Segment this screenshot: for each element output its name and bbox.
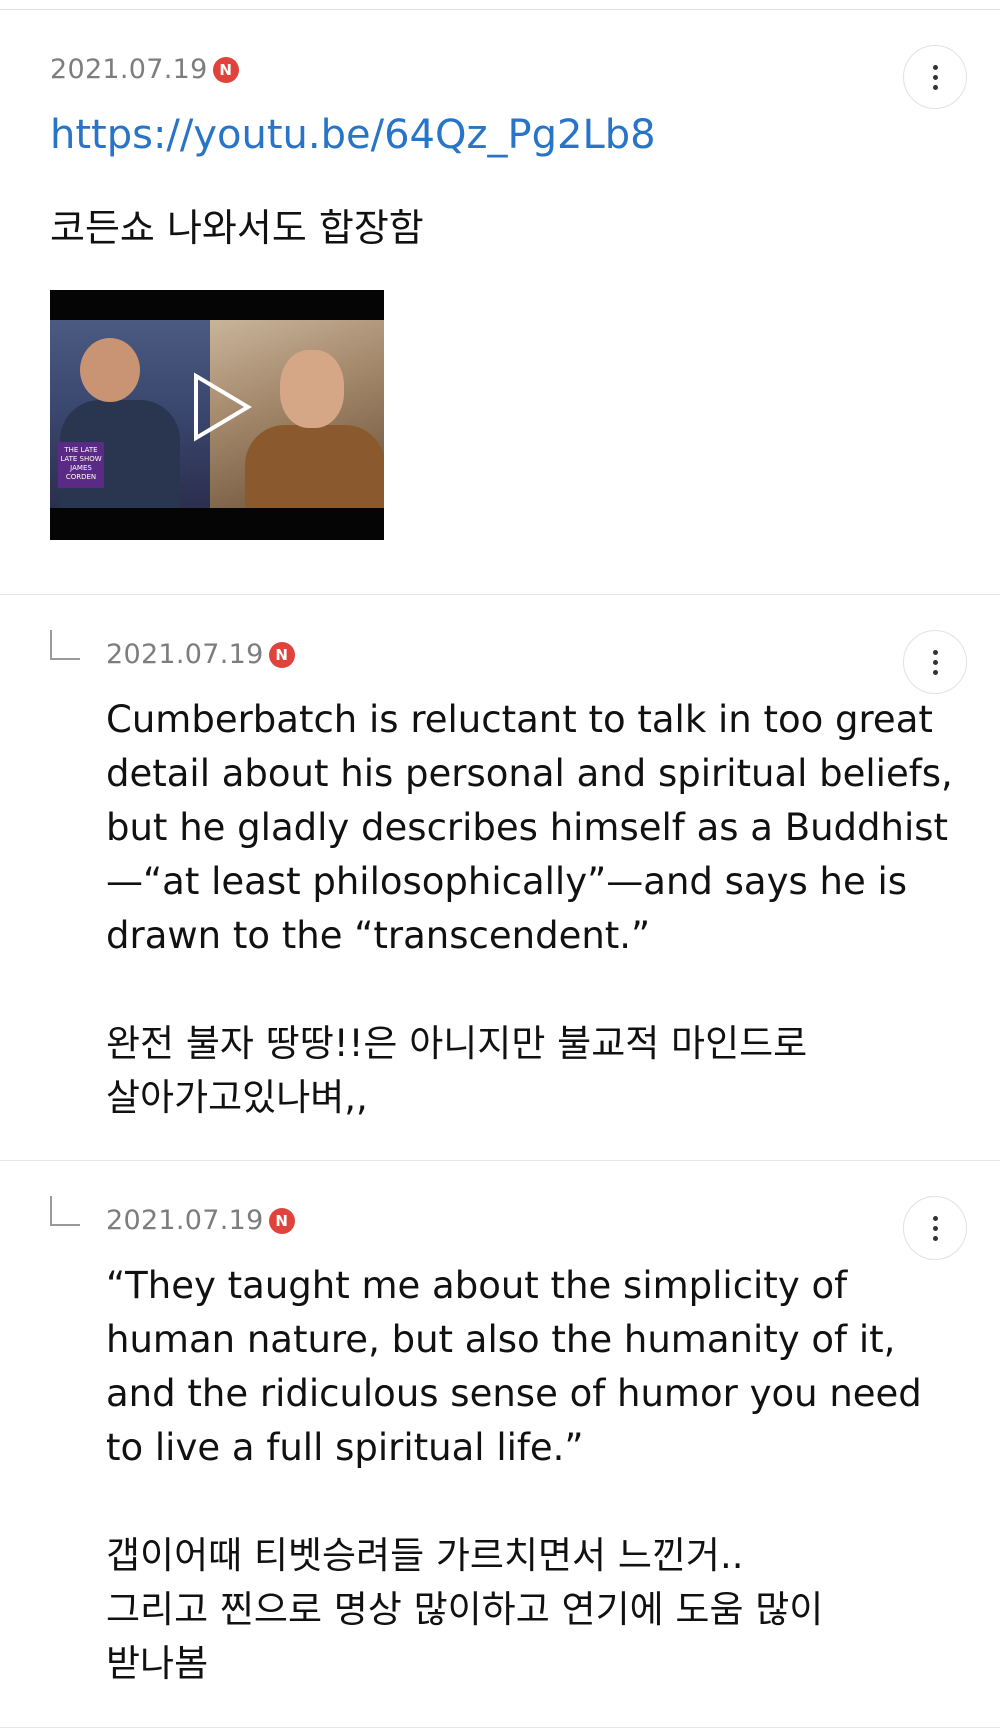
comment-text: 코든쇼 나와서도 합장함 xyxy=(50,206,424,250)
comment-date: 2021.07.19 xyxy=(106,639,264,670)
more-vertical-icon xyxy=(932,62,938,92)
comment-item: 2021.07.19 N https://youtu.be/64Qz_Pg2Lb… xyxy=(0,10,1000,595)
comment-date: 2021.07.19 xyxy=(50,54,208,85)
more-vertical-icon xyxy=(932,1213,938,1243)
new-badge: N xyxy=(212,56,239,83)
top-divider xyxy=(0,0,1000,10)
comment-date: 2021.07.19 xyxy=(106,1205,264,1236)
reply-arrow-icon xyxy=(50,630,80,660)
comment-meta: 2021.07.19 N xyxy=(106,639,295,670)
comment-meta: 2021.07.19 N xyxy=(106,1205,295,1236)
show-logo: THE LATE LATE SHOW JAMES CORDEN xyxy=(58,442,104,488)
reply-comment-item: 2021.07.19 N Cumberbatch is reluctant to… xyxy=(0,595,1000,1161)
reply-comment-item: 2021.07.19 N “They taught me about the s… xyxy=(0,1161,1000,1728)
play-icon xyxy=(194,372,252,442)
more-options-button[interactable] xyxy=(903,1196,967,1260)
comment-text: Cumberbatch is reluctant to talk in too … xyxy=(106,698,953,1119)
new-badge: N xyxy=(268,1207,295,1234)
new-badge: N xyxy=(268,641,295,668)
reply-arrow-icon xyxy=(50,1196,80,1226)
comment-text: “They taught me about the simplicity of … xyxy=(106,1264,922,1685)
more-vertical-icon xyxy=(932,647,938,677)
video-thumbnail[interactable]: THE LATE LATE SHOW JAMES CORDEN xyxy=(50,290,384,540)
comment-meta: 2021.07.19 N xyxy=(50,54,239,85)
more-options-button[interactable] xyxy=(903,630,967,694)
youtube-link[interactable]: https://youtu.be/64Qz_Pg2Lb8 xyxy=(50,112,656,158)
more-options-button[interactable] xyxy=(903,45,967,109)
